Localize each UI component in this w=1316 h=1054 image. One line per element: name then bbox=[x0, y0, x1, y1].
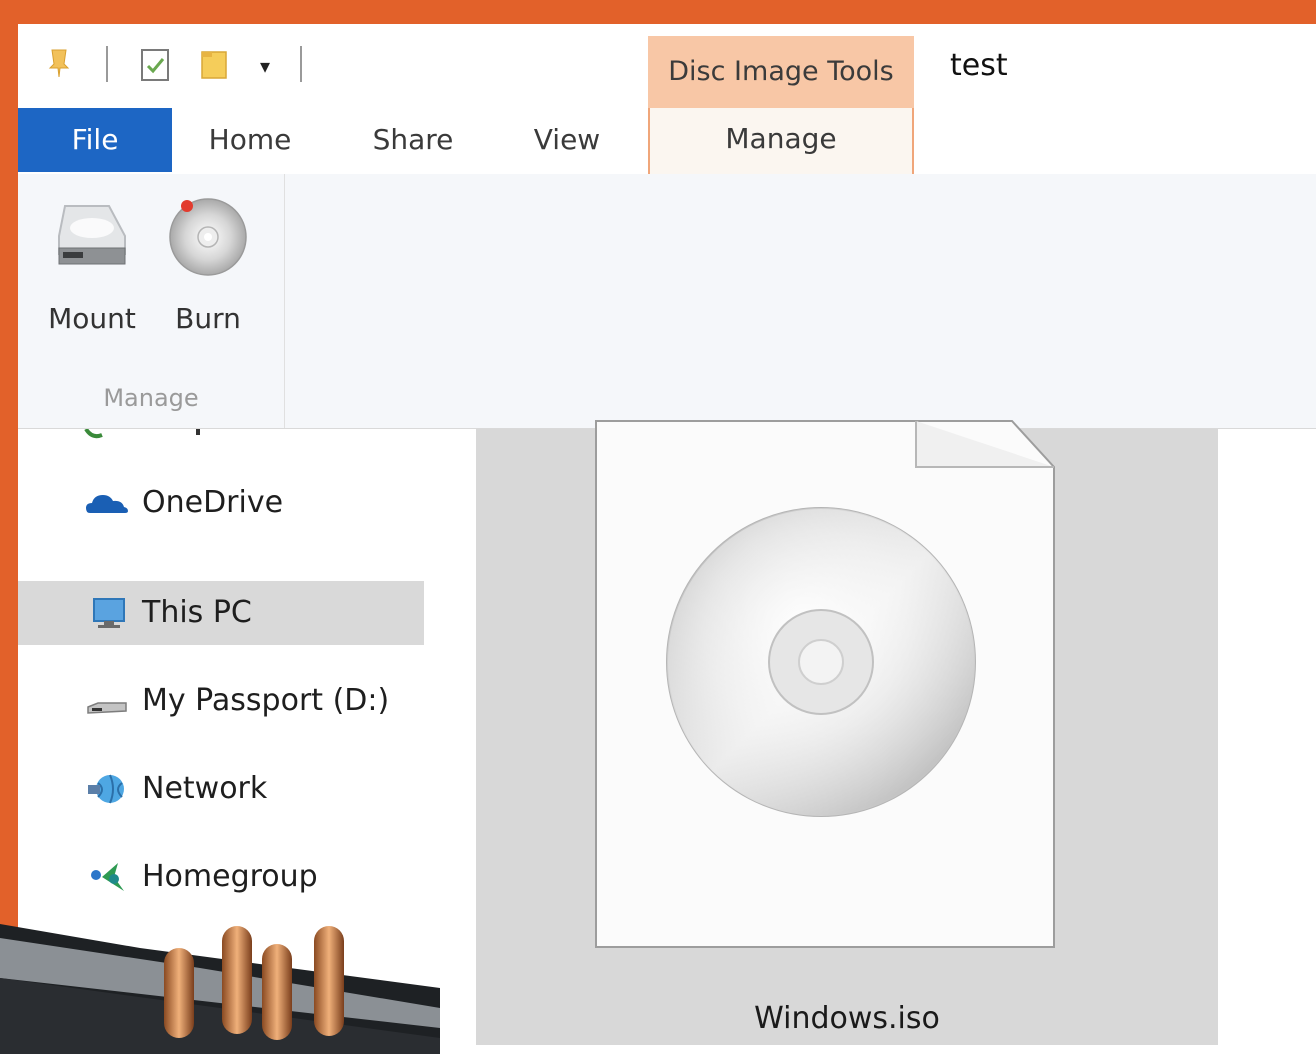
nav-label: Network bbox=[142, 771, 268, 806]
burn-label: Burn bbox=[175, 302, 241, 335]
homegroup-icon bbox=[91, 863, 124, 891]
mount-label: Mount bbox=[48, 302, 136, 335]
mount-button[interactable]: Mount bbox=[38, 192, 146, 335]
explorer-window: ▾ Disc Image Tools test File Home Share … bbox=[18, 24, 1316, 1054]
external-drive-icon bbox=[87, 702, 127, 714]
pin-icon[interactable] bbox=[48, 48, 70, 78]
quick-access-toolbar: ▾ bbox=[18, 24, 638, 104]
window-title: test bbox=[950, 48, 1008, 83]
onedrive-icon bbox=[86, 495, 128, 513]
file-list-pane: Windows.iso bbox=[448, 420, 1316, 1054]
disc-image-icon bbox=[595, 420, 1055, 948]
nav-item-homegroup[interactable]: Homegroup bbox=[18, 845, 424, 909]
nav-label: OneDrive bbox=[142, 485, 284, 520]
ribbon-tabs: File Home Share View Manage bbox=[18, 108, 1316, 258]
nav-item-onedrive[interactable]: OneDrive bbox=[18, 471, 424, 535]
new-folder-icon[interactable] bbox=[200, 48, 228, 80]
properties-icon[interactable] bbox=[140, 46, 170, 82]
toolbar-separator bbox=[300, 46, 302, 82]
nav-item-my-passport[interactable]: My Passport (D:) bbox=[18, 669, 424, 733]
nav-label: Homegroup bbox=[142, 859, 318, 894]
file-name-label: Windows.iso bbox=[754, 1001, 940, 1036]
this-pc-icon bbox=[93, 598, 125, 628]
tab-share[interactable]: Share bbox=[338, 108, 488, 172]
tab-file[interactable]: File bbox=[18, 108, 172, 172]
tab-manage[interactable]: Manage bbox=[648, 108, 914, 174]
disc-image-tools-label: Disc Image Tools bbox=[648, 36, 914, 110]
nav-item-network[interactable]: Network bbox=[18, 757, 424, 821]
tab-home[interactable]: Home bbox=[180, 108, 320, 172]
ribbon: Mount Burn Manage bbox=[18, 174, 1316, 429]
nav-label: My Passport (D:) bbox=[142, 683, 390, 718]
customize-toolbar-chevron-icon[interactable]: ▾ bbox=[254, 54, 276, 78]
network-icon bbox=[88, 774, 124, 804]
ribbon-group-manage: Mount Burn Manage bbox=[18, 174, 285, 428]
tab-view[interactable]: View bbox=[508, 108, 626, 172]
burn-button[interactable]: Burn bbox=[154, 192, 262, 335]
nav-label: This PC bbox=[142, 595, 252, 630]
toolbar-separator bbox=[106, 46, 108, 82]
nav-item-this-pc[interactable]: This PC bbox=[18, 581, 424, 645]
nav-item-partial bbox=[84, 429, 200, 439]
decorative-photo bbox=[0, 924, 440, 1054]
drive-icon bbox=[58, 205, 126, 265]
ribbon-group-label: Manage bbox=[103, 384, 199, 412]
disc-burn-icon bbox=[169, 198, 247, 276]
file-item-selected[interactable]: Windows.iso bbox=[476, 420, 1218, 1045]
